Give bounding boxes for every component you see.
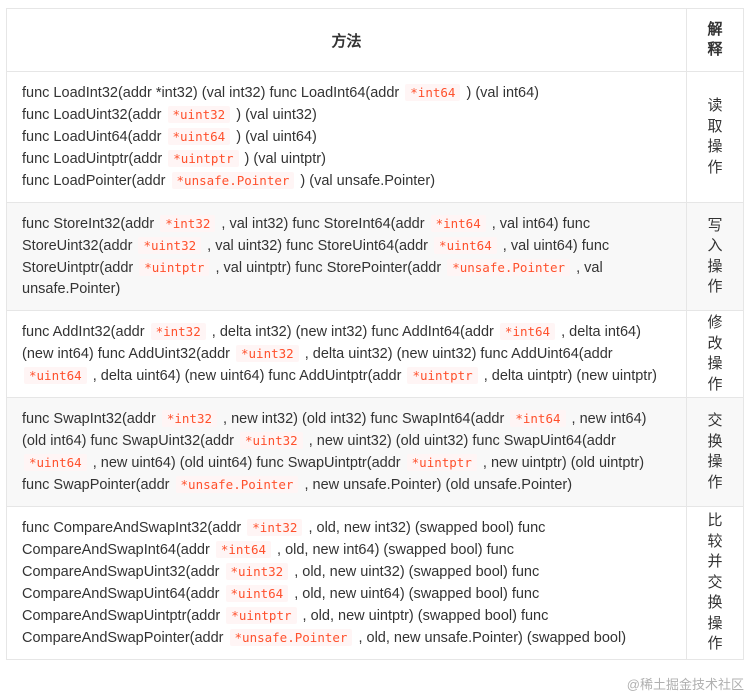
pointer-type-code: *uint64 [167, 128, 231, 145]
pointer-type-code: *uint32 [236, 345, 299, 362]
pointer-type-code: *uintptr [139, 259, 210, 276]
pointer-type-code: *uint64 [434, 237, 497, 254]
pointer-type-code: *uintptr [168, 150, 239, 167]
explanation-cell: 写入操作 [686, 202, 744, 311]
pointer-type-code: *uint32 [138, 237, 202, 254]
pointer-type-code: *unsafe.Pointer [171, 172, 295, 189]
explanation-cell: 交换操作 [686, 397, 744, 507]
method-cell: func AddInt32(addr *int32 , delta int32)… [6, 310, 687, 398]
watermark: @稀土掘金技术社区 [626, 677, 744, 692]
pointer-type-code: *uintptr [407, 367, 478, 384]
table-row: func LoadInt32(addr *int32) (val int32) … [6, 71, 744, 203]
method-cell: func SwapInt32(addr *int32 , new int32) … [6, 397, 687, 507]
table-header-row: 方法 解 释 [6, 8, 744, 72]
pointer-type-code: *uint32 [240, 432, 303, 449]
pointer-type-code: *unsafe.Pointer [447, 259, 571, 276]
method-cell: func LoadInt32(addr *int32) (val int32) … [6, 71, 687, 203]
explanation-cell: 比较并交换操作 [686, 506, 744, 660]
pointer-type-code: *int32 [161, 410, 217, 427]
method-cell: func CompareAndSwapInt32(addr *int32 , o… [6, 506, 687, 660]
pointer-type-code: *uintptr [406, 454, 477, 471]
explanation-cell: 修改操作 [686, 310, 744, 398]
pointer-type-code: *uint64 [24, 367, 87, 384]
pointer-type-code: *unsafe.Pointer [175, 476, 299, 493]
method-column-header: 方法 [6, 8, 687, 72]
pointer-type-code: *int64 [405, 84, 461, 101]
atomic-functions-table: 方法 解 释 func LoadInt32(addr *int32) (val … [6, 8, 744, 660]
pointer-type-code: *unsafe.Pointer [229, 629, 353, 646]
pointer-type-code: *int64 [499, 323, 556, 340]
pointer-type-code: *int64 [430, 215, 486, 232]
pointer-type-code: *uint32 [225, 563, 289, 580]
table-row: func StoreInt32(addr *int32 , val int32)… [6, 202, 744, 311]
explanation-cell: 读取操作 [686, 71, 744, 203]
pointer-type-code: *uint64 [24, 454, 87, 471]
pointer-type-code: *int64 [510, 410, 566, 427]
table-row: func CompareAndSwapInt32(addr *int32 , o… [6, 506, 744, 660]
pointer-type-code: *int32 [150, 323, 206, 340]
pointer-type-code: *int32 [160, 215, 216, 232]
table-row: func SwapInt32(addr *int32 , new int32) … [6, 397, 744, 507]
pointer-type-code: *uint32 [167, 106, 231, 123]
table-row: func AddInt32(addr *int32 , delta int32)… [6, 310, 744, 398]
method-cell: func StoreInt32(addr *int32 , val int32)… [6, 202, 687, 311]
explanation-column-header: 解 释 [686, 8, 744, 72]
pointer-type-code: *int32 [247, 519, 303, 536]
pointer-type-code: *uintptr [226, 607, 297, 624]
pointer-type-code: *int64 [215, 541, 271, 558]
pointer-type-code: *uint64 [225, 585, 289, 602]
